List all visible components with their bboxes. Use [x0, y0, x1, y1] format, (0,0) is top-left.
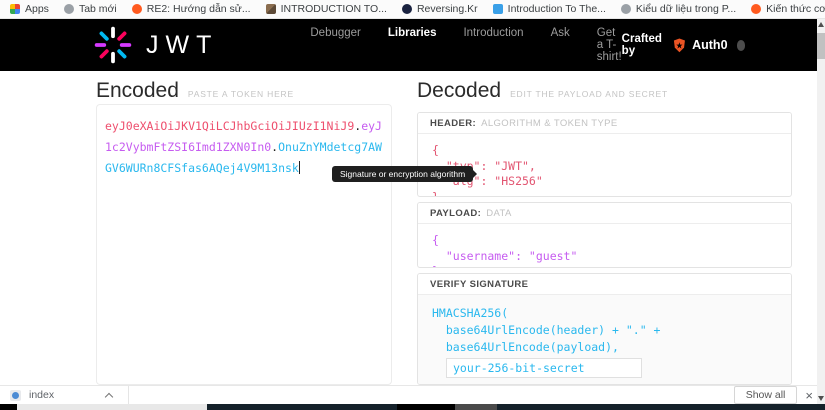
token-signature-part: OnuZnYMdetcg7AW	[278, 140, 382, 154]
token-payload-part: eyJ	[361, 119, 382, 133]
bookmark-label: Kiến thức cơ bản về...	[766, 3, 825, 15]
verify-signature-box: VERIFY SIGNATURE HMACSHA256( base64UrlEn…	[417, 273, 792, 385]
windows-taskbar-edge[interactable]	[0, 404, 825, 410]
download-item-index[interactable]: index	[10, 389, 54, 401]
html-file-icon	[10, 389, 21, 401]
download-file-name: index	[29, 389, 55, 401]
reddit-icon	[131, 4, 142, 14]
token-editor[interactable]: eyJ0eXAiOiJKV1QiLCJhbGciOiJIUzI1NiJ9.eyJ…	[96, 104, 392, 385]
main-nav: Debugger Libraries Introduction Ask Get …	[310, 27, 621, 63]
globe-icon	[63, 4, 74, 14]
json-line: {	[432, 233, 439, 247]
bookmark-label: Kiểu dữ liệu trong P...	[635, 3, 737, 15]
bookmark-re2[interactable]: RE2: Hướng dẫn sử...	[131, 3, 251, 15]
payload-box-label: PAYLOAD: DATA	[418, 203, 791, 224]
json-line: "alg": "HS256"	[432, 174, 543, 188]
token-header-part: eyJ0eXAiOiJKV1QiLCJhbGciOiJIUzI1NiJ9	[105, 119, 355, 133]
download-bar: index Show all ×	[0, 385, 825, 405]
header-label: HEADER:	[430, 117, 477, 129]
bookmark-label: INTRODUCTION TO...	[280, 3, 387, 15]
bookmark-label: Reversing.Kr	[416, 3, 478, 15]
header-sublabel: ALGORITHM & TOKEN TYPE	[481, 117, 618, 129]
scroll-down-arrow-icon[interactable]	[818, 396, 824, 401]
bookmark-kien-thuc[interactable]: Kiến thức cơ bản về...	[751, 3, 825, 15]
encoded-title: Encoded	[96, 79, 179, 102]
image-icon	[265, 4, 276, 14]
header-box-label: HEADER: ALGORITHM & TOKEN TYPE	[418, 113, 791, 134]
header-json-editor[interactable]: { "typ": "JWT", "alg": "HS256" }	[418, 134, 791, 197]
taskbar-segment	[455, 404, 497, 410]
encoded-heading: Encoded PASTE A TOKEN HERE	[96, 79, 294, 103]
token-line: eyJ0eXAiOiJKV1QiLCJhbGciOiJIUzI1NiJ9.eyJ	[105, 116, 383, 137]
globe-icon	[620, 4, 631, 14]
crafted-by-auth0[interactable]: Crafted by Auth0	[622, 33, 746, 57]
download-options-chevron-icon[interactable]	[104, 392, 114, 401]
decoded-title: Decoded	[417, 79, 502, 102]
apps-grid-icon	[10, 4, 20, 14]
secret-input[interactable]	[446, 358, 642, 378]
signature-label: VERIFY SIGNATURE	[430, 278, 529, 290]
payload-json-editor[interactable]: { "username": "guest" }	[418, 224, 791, 267]
vertical-scrollbar[interactable]	[817, 19, 825, 404]
blue-doc-icon	[492, 4, 503, 14]
show-all-button[interactable]: Show all	[733, 386, 798, 404]
json-line: }	[432, 264, 777, 267]
bookmark-label: Introduction To The...	[507, 3, 606, 15]
close-download-bar-icon[interactable]: ×	[805, 389, 813, 402]
nav-ask[interactable]: Ask	[551, 27, 570, 63]
json-line: }	[432, 189, 439, 197]
dark-globe-icon	[401, 4, 412, 14]
jwt-logo-text: JWT	[146, 30, 219, 59]
bookmark-label: Tab mới	[78, 3, 117, 15]
bookmark-label: Apps	[25, 3, 49, 15]
nav-libraries[interactable]: Libraries	[388, 27, 437, 63]
payload-sublabel: DATA	[486, 207, 512, 219]
auth0-brand-label: Auth0	[692, 38, 728, 52]
site-header: JWT Debugger Libraries Introduction Ask …	[0, 19, 825, 71]
language-globe-icon[interactable]	[736, 39, 746, 51]
json-line: "username": "guest"	[432, 248, 578, 263]
scrollbar-thumb[interactable]	[817, 33, 825, 59]
auth0-shield-icon	[674, 37, 686, 52]
payload-label: PAYLOAD:	[430, 207, 482, 219]
crafted-by-label: Crafted by	[621, 33, 662, 57]
bookmark-introduction-to[interactable]: INTRODUCTION TO...	[265, 3, 387, 15]
decoded-subtitle: EDIT THE PAYLOAD AND SECRET	[510, 89, 669, 99]
code-line: base64UrlEncode(header) + "." +	[432, 323, 661, 337]
taskbar-segment	[0, 404, 17, 410]
jwt-logo[interactable]: JWT	[94, 26, 218, 64]
token-line: 1c2VybmFtZSI6Imd1ZXN0In0.OnuZnYMdetcg7AW	[105, 137, 383, 158]
text-caret	[298, 161, 300, 174]
code-line: HMACSHA256(	[432, 306, 509, 320]
alg-tooltip: Signature or encryption algorithm	[332, 166, 478, 182]
bookmark-apps[interactable]: Apps	[10, 3, 49, 15]
bookmark-reversing-kr[interactable]: Reversing.Kr	[401, 3, 478, 15]
taskbar-segment	[17, 404, 207, 410]
bookmark-kieu-du-lieu[interactable]: Kiểu dữ liệu trong P...	[620, 3, 737, 15]
decoded-header-box: HEADER: ALGORITHM & TOKEN TYPE { "typ": …	[417, 112, 792, 197]
token-payload-part: 1c2VybmFtZSI6Imd1ZXN0In0	[105, 140, 272, 154]
reddit-icon	[751, 4, 762, 14]
bookmark-tab-moi[interactable]: Tab mới	[63, 3, 117, 15]
divider	[128, 385, 130, 405]
jwt-flower-icon	[94, 26, 132, 64]
bookmark-introduction-to-the[interactable]: Introduction To The...	[492, 3, 606, 15]
json-line: {	[432, 143, 439, 157]
nav-debugger[interactable]: Debugger	[310, 27, 361, 63]
token-signature-part: GV6WURn8CFSfas6AQej4V9M13nsk	[105, 161, 299, 175]
signature-code-area: HMACSHA256( base64UrlEncode(header) + ".…	[418, 295, 791, 384]
decoded-payload-box: PAYLOAD: DATA { "username": "guest" }	[417, 202, 792, 268]
nav-introduction[interactable]: Introduction	[463, 27, 523, 63]
nav-get-a-tshirt[interactable]: Get a T-shirt!	[597, 27, 622, 63]
bookmarks-bar: Apps Tab mới RE2: Hướng dẫn sử... INTROD…	[0, 0, 825, 19]
code-line: base64UrlEncode(payload),	[432, 340, 619, 354]
scroll-up-arrow-icon[interactable]	[818, 22, 824, 27]
signature-box-label: VERIFY SIGNATURE	[418, 274, 791, 295]
json-line: "typ": "JWT",	[432, 158, 536, 173]
decoded-heading: Decoded EDIT THE PAYLOAD AND SECRET	[417, 79, 668, 103]
bookmark-label: RE2: Hướng dẫn sử...	[146, 3, 251, 15]
encoded-subtitle: PASTE A TOKEN HERE	[187, 89, 294, 99]
